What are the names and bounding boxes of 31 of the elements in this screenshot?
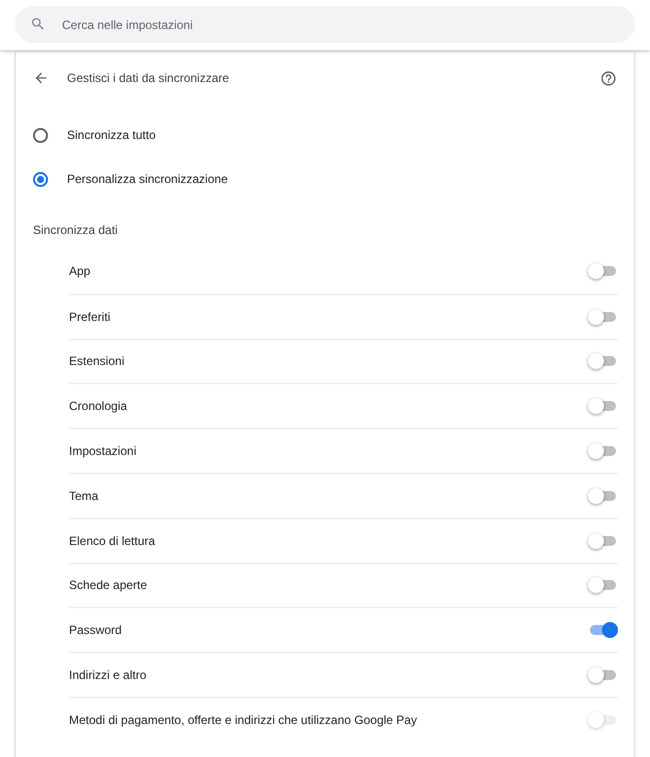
section-title: Sincronizza dati [33, 222, 118, 239]
toggle-switch[interactable] [588, 622, 618, 638]
back-arrow-icon[interactable] [33, 70, 49, 86]
page-title: Gestisci i dati da sincronizzare [67, 70, 230, 87]
setting-label: Cronologia [69, 398, 128, 416]
radio-button[interactable] [33, 128, 48, 142]
toggle-switch[interactable] [588, 353, 618, 370]
toggle-switch[interactable] [588, 263, 618, 280]
setting-label: Metodi di pagamento, offerte e indirizzi che utilizzano Google Pay [69, 712, 418, 729]
setting-label: Estensioni [69, 353, 126, 370]
radio-button[interactable] [33, 172, 48, 186]
toggle-switch[interactable] [588, 532, 618, 549]
setting-label: Elenco di lettura [69, 532, 156, 550]
toggle-switch[interactable] [588, 308, 618, 325]
setting-label: Indirizzi e altro [69, 667, 148, 684]
search-icon [30, 16, 46, 32]
toggle-switch[interactable] [588, 488, 618, 504]
radio-label: Personalizza sincronizzazione [67, 171, 228, 188]
search-field[interactable]: Cerca nelle impostazioni [15, 6, 635, 43]
toggle-switch[interactable] [588, 667, 618, 684]
setting-label: Impostazioni [69, 443, 138, 460]
setting-label: Preferiti [69, 308, 112, 326]
setting-label: Password [69, 622, 123, 640]
toggle-switch[interactable] [588, 443, 618, 460]
setting-label: App [69, 263, 92, 280]
help-icon[interactable] [600, 70, 617, 86]
setting-label: Schede aperte [69, 577, 148, 594]
setting-label: Tema [69, 488, 100, 505]
toggle-switch[interactable] [588, 577, 618, 594]
radio-label: Sincronizza tutto [67, 127, 156, 144]
toggle-switch[interactable] [588, 398, 618, 414]
